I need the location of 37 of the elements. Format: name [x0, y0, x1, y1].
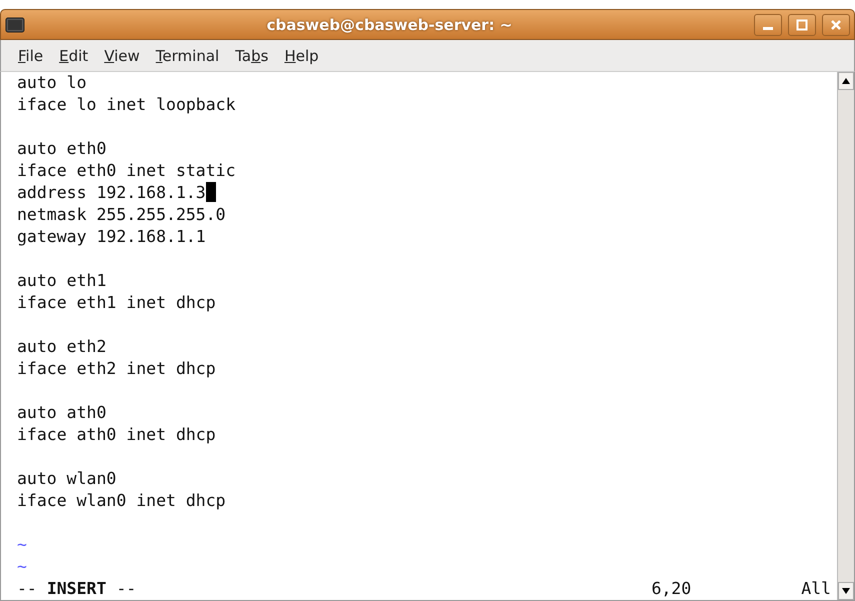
code-line: address 192.168.1.3	[17, 183, 206, 202]
empty-line-marker: ~	[17, 557, 27, 576]
code-line: iface wlan0 inet dhcp	[17, 491, 226, 510]
terminal-icon	[5, 16, 25, 32]
window-title: cbasweb@cbasweb-server: ~	[266, 16, 514, 34]
maximize-icon	[796, 18, 808, 30]
up-arrow-icon	[842, 78, 850, 84]
code-line: netmask 255.255.255.0	[17, 205, 226, 224]
down-arrow-icon	[842, 588, 850, 594]
code-line: auto eth0	[17, 139, 106, 158]
code-line: iface ath0 inet dhcp	[17, 425, 216, 444]
close-icon	[830, 18, 842, 30]
menu-item[interactable]: Terminal	[148, 44, 226, 66]
code-line: auto ath0	[17, 403, 106, 422]
empty-line-marker: ~	[17, 535, 27, 554]
mode-indicator: -- INSERT --	[17, 578, 136, 600]
code-line: auto eth1	[17, 271, 106, 290]
menu-item[interactable]: Edit	[52, 44, 96, 66]
code-line: auto wlan0	[17, 469, 116, 488]
menu-item[interactable]: View	[97, 44, 147, 66]
code-line: iface eth0 inet static	[17, 161, 236, 180]
code-line: gateway 192.168.1.1	[17, 227, 206, 246]
code-line: auto eth2	[17, 337, 106, 356]
close-button[interactable]	[822, 14, 850, 36]
code-line: iface eth1 inet dhcp	[17, 293, 216, 312]
minimize-button[interactable]	[754, 14, 782, 36]
scrollbar[interactable]	[837, 72, 854, 600]
cursor-position: 6,20	[651, 578, 692, 600]
menu-item[interactable]: File	[11, 44, 50, 66]
code-line: iface lo inet loopback	[17, 95, 236, 114]
minimize-icon	[763, 27, 773, 30]
code-line: iface eth2 inet dhcp	[17, 359, 216, 378]
scroll-position: All	[801, 578, 831, 600]
maximize-button[interactable]	[788, 14, 816, 36]
code-line: auto lo	[17, 73, 87, 92]
menu-item[interactable]: Tabs	[228, 44, 276, 66]
menu-item[interactable]: Help	[277, 44, 326, 66]
